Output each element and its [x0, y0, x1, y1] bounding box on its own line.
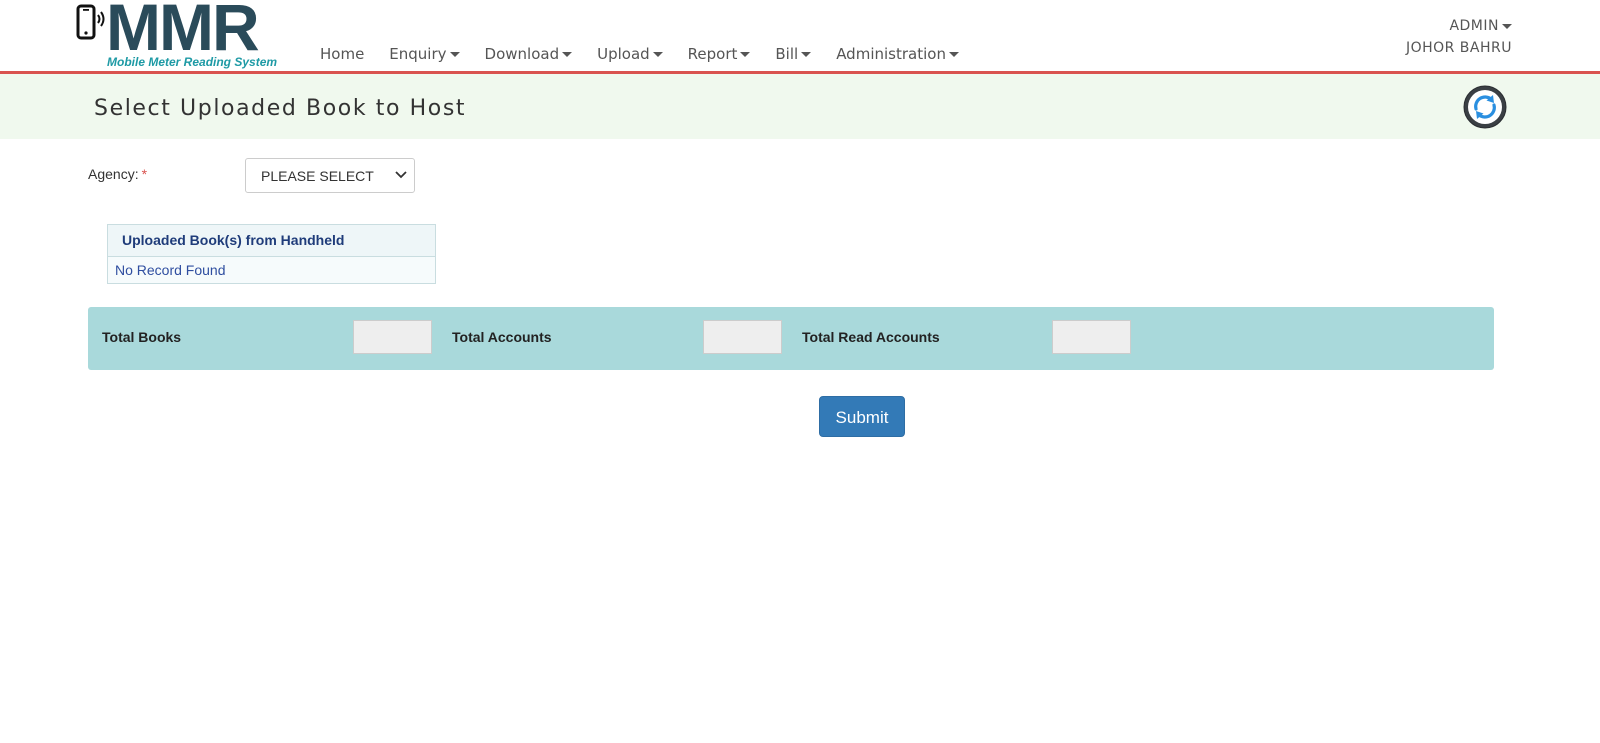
title-bar: Select Uploaded Book to Host	[0, 74, 1600, 139]
page-title: Select Uploaded Book to Host	[94, 96, 467, 121]
nav-download-label: Download	[484, 45, 560, 63]
total-accounts-label: Total Accounts	[452, 329, 552, 345]
uploaded-books-header: Uploaded Book(s) from Handheld	[108, 225, 435, 257]
caret-down-icon	[1502, 23, 1512, 29]
nav-administration-label: Administration	[836, 45, 946, 63]
nav-upload-label: Upload	[597, 45, 650, 63]
uploaded-books-table: Uploaded Book(s) from Handheld No Record…	[107, 224, 436, 284]
nav-administration[interactable]: Administration	[836, 45, 959, 63]
nav-report-label: Report	[687, 45, 738, 63]
totals-panel: Total Books Total Accounts Total Read Ac…	[88, 307, 1494, 370]
main-nav: Home Enquiry Download Upload Report Bill…	[320, 45, 984, 63]
total-read-accounts-label: Total Read Accounts	[802, 329, 940, 345]
mobile-phone-signal-icon	[76, 4, 105, 40]
nav-enquiry-label: Enquiry	[389, 45, 447, 63]
agency-select[interactable]: PLEASE SELECT	[245, 158, 415, 193]
submit-button[interactable]: Submit	[819, 396, 905, 437]
nav-download[interactable]: Download	[485, 45, 573, 63]
nav-home-label: Home	[320, 45, 365, 63]
total-read-accounts-field	[1052, 320, 1131, 354]
logo[interactable]: MMR Mobile Meter Reading System	[76, 0, 296, 70]
nav-enquiry[interactable]: Enquiry	[389, 45, 460, 63]
logo-subtitle: Mobile Meter Reading System	[107, 55, 278, 69]
caret-down-icon	[740, 52, 751, 57]
user-menu[interactable]: ADMIN	[1406, 18, 1512, 34]
caret-down-icon	[449, 52, 460, 57]
agency-label-text: Agency:	[88, 166, 139, 182]
logo-text: MMR	[106, 0, 260, 64]
nav-report[interactable]: Report	[688, 45, 751, 63]
no-record-row: No Record Found	[108, 257, 435, 283]
nav-bill-label: Bill	[775, 45, 799, 63]
caret-down-icon	[652, 52, 663, 57]
agency-label: Agency: *	[88, 166, 147, 182]
caret-down-icon	[801, 52, 812, 57]
nav-bill[interactable]: Bill	[775, 45, 812, 63]
user-panel: ADMIN JOHOR BAHRU	[1406, 18, 1512, 56]
refresh-icon[interactable]	[1462, 84, 1508, 130]
nav-upload[interactable]: Upload	[597, 45, 663, 63]
chevron-down-icon	[395, 171, 407, 179]
nav-home[interactable]: Home	[320, 45, 364, 63]
agency-selected-value: PLEASE SELECT	[261, 168, 374, 184]
total-books-label: Total Books	[102, 329, 182, 345]
caret-down-icon	[562, 52, 573, 57]
user-name: ADMIN	[1449, 18, 1499, 34]
total-books-field	[353, 320, 432, 354]
header: MMR Mobile Meter Reading System Home Enq…	[0, 0, 1600, 74]
caret-down-icon	[948, 52, 959, 57]
total-accounts-field	[703, 320, 782, 354]
required-mark: *	[141, 166, 148, 182]
user-location: JOHOR BAHRU	[1405, 40, 1512, 56]
